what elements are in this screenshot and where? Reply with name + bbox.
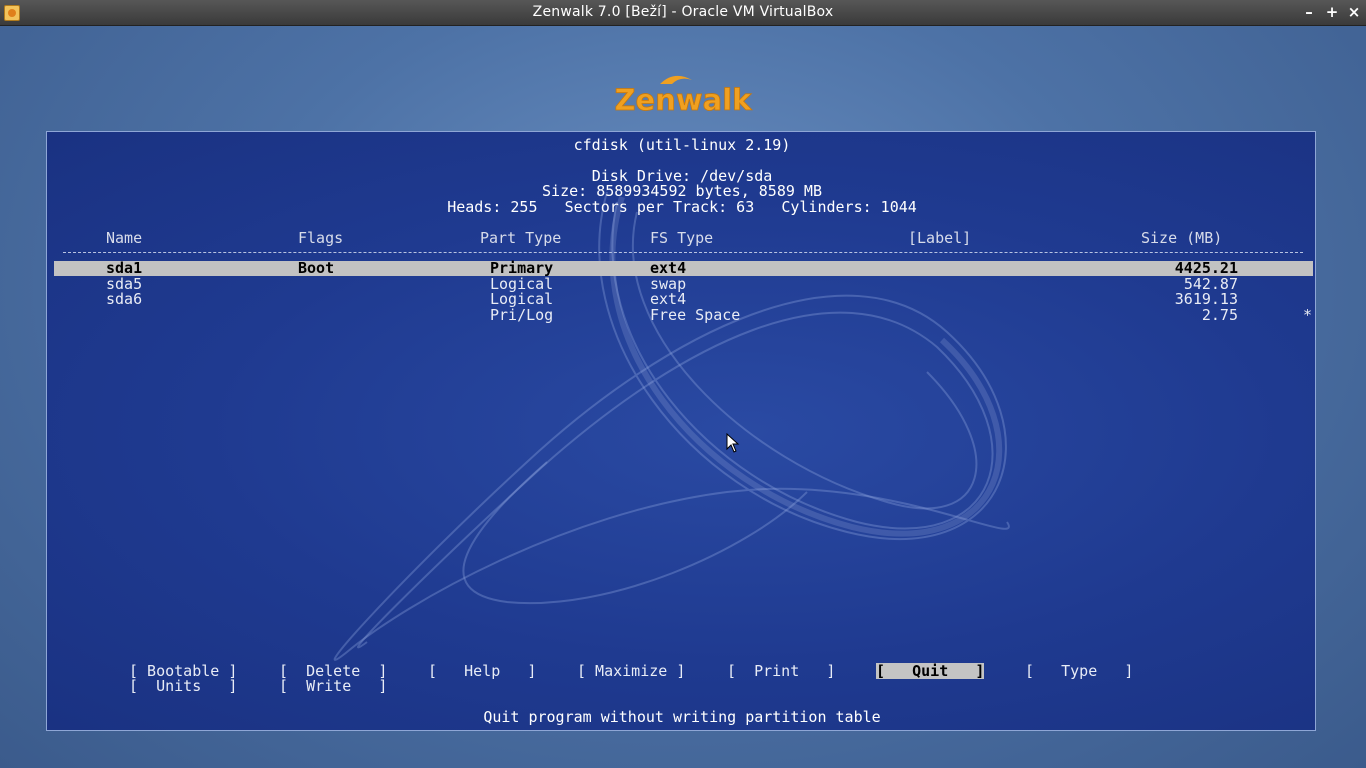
- header-separator: [63, 252, 1303, 253]
- column-header-fs-type: FS Type: [650, 229, 714, 247]
- partition-fs-type: Free Space: [650, 306, 741, 324]
- column-header-name: Name: [106, 229, 143, 247]
- partition-part-type: Logical: [490, 290, 554, 308]
- partition-fs-type: ext4: [650, 290, 687, 308]
- close-button[interactable]: ×: [1345, 3, 1363, 21]
- status-message: Quit program without writing partition t…: [483, 708, 881, 726]
- menu-units-button[interactable]: [ Units ]: [129, 678, 237, 694]
- minimize-button[interactable]: –: [1300, 3, 1318, 21]
- menu-print-button[interactable]: [ Print ]: [727, 663, 835, 679]
- column-header-flags: Flags: [298, 229, 344, 247]
- menu-help-button[interactable]: [ Help ]: [428, 663, 536, 679]
- menu-maximize-button[interactable]: [ Maximize ]: [577, 663, 685, 679]
- partition-row[interactable]: sda6 Logical ext4 3619.13: [54, 290, 1313, 308]
- maximize-button[interactable]: +: [1323, 3, 1341, 21]
- window-title: Zenwalk 7.0 [Beží] - Oracle VM VirtualBo…: [532, 4, 834, 20]
- program-title: cfdisk (util-linux 2.19): [573, 136, 791, 154]
- background-swirl: [333, 191, 1010, 661]
- partition-size: 4425.21: [1174, 259, 1238, 277]
- menu-write-button[interactable]: [ Write ]: [279, 678, 387, 694]
- vm-display[interactable]: Zenwalk cfdisk (util-linux 2.19) Disk Dr…: [0, 26, 1366, 768]
- partition-fs-type: ext4: [650, 259, 687, 277]
- partition-name: sda1: [106, 259, 143, 277]
- menu-quit-button[interactable]: [ Quit ]: [876, 663, 985, 679]
- disk-geometry-label: Heads: 255 Sectors per Track: 63 Cylinde…: [447, 198, 917, 216]
- partition-size: 2.75: [1201, 306, 1238, 324]
- partition-name: sda6: [106, 290, 143, 308]
- menu-type-button[interactable]: [ Type ]: [1025, 663, 1133, 679]
- cfdisk-console[interactable]: cfdisk (util-linux 2.19) Disk Drive: /de…: [46, 131, 1316, 731]
- partition-part-type: Pri/Log: [490, 306, 554, 324]
- zenwalk-logo: Zenwalk: [614, 75, 753, 116]
- disk-size-label: Size: 8589934592 bytes, 8589 MB: [542, 182, 822, 200]
- partition-row[interactable]: sda1 Boot Primary ext4 4425.21: [54, 259, 1313, 277]
- partition-part-type: Primary: [490, 259, 554, 277]
- partition-size: 3619.13: [1174, 290, 1238, 308]
- column-header-size: Size (MB): [1141, 229, 1223, 247]
- mouse-pointer-icon: [726, 433, 740, 453]
- window-titlebar: Zenwalk 7.0 [Beží] - Oracle VM VirtualBo…: [0, 0, 1366, 26]
- partition-marker: *: [1303, 306, 1313, 324]
- partition-row[interactable]: Pri/Log Free Space 2.75 *: [54, 306, 1313, 324]
- column-header-part-type: Part Type: [480, 229, 562, 247]
- logo-text: Zenwalk: [615, 83, 753, 116]
- partition-flags: Boot: [298, 259, 335, 277]
- column-header-label: [Label]: [908, 229, 972, 247]
